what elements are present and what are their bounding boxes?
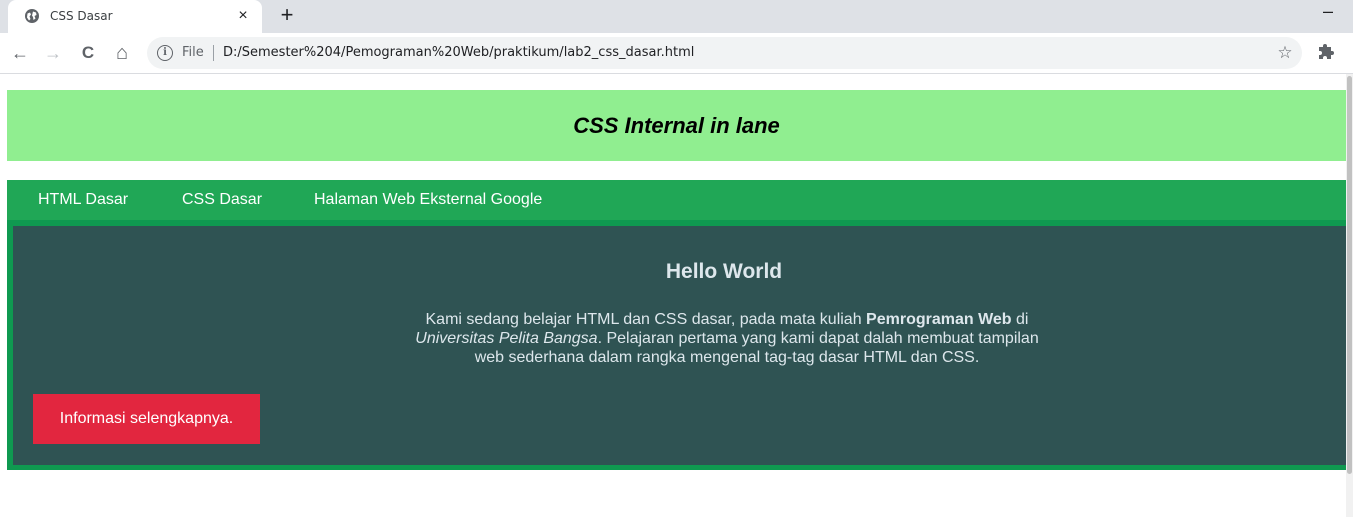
forward-arrow-icon[interactable]: → (41, 41, 65, 65)
puzzle-icon[interactable] (1314, 41, 1338, 65)
url-divider (213, 45, 214, 61)
nav-link-css-dasar[interactable]: CSS Dasar (182, 180, 262, 220)
more-info-button[interactable]: Informasi selengkapnya. (33, 394, 260, 444)
intro-text-1: Kami sedang belajar HTML dan CSS dasar, … (425, 311, 867, 328)
back-arrow-icon[interactable]: ← (8, 41, 32, 65)
browser-tab-strip: CSS Dasar × + – (0, 0, 1353, 33)
intro-university-name: Universitas Pelita Bangsa (415, 330, 598, 347)
url-scheme-label: File (182, 45, 204, 60)
star-icon[interactable]: ☆ (1274, 42, 1296, 64)
url-text[interactable]: D:/Semester%204/Pemograman%20Web/praktik… (223, 45, 694, 61)
vertical-scrollbar[interactable] (1346, 74, 1353, 517)
navbar: HTML Dasar CSS Dasar Halaman Web Ekstern… (7, 180, 1346, 220)
browser-tab[interactable]: CSS Dasar × (8, 0, 262, 33)
plus-icon[interactable]: + (275, 3, 299, 27)
globe-icon (25, 9, 39, 23)
page-header: CSS Internal in lane (7, 90, 1346, 161)
tab-title: CSS Dasar (50, 9, 113, 23)
page-title: CSS Internal in lane (573, 113, 780, 138)
nav-link-html-dasar[interactable]: HTML Dasar (38, 180, 128, 220)
reload-icon[interactable]: C (76, 41, 100, 65)
nav-link-google[interactable]: Halaman Web Eksternal Google (314, 180, 542, 220)
close-icon[interactable]: × (234, 7, 252, 25)
info-icon[interactable]: i (157, 45, 173, 61)
address-bar[interactable]: i File D:/Semester%204/Pemograman%20Web/… (147, 37, 1302, 69)
home-icon[interactable]: ⌂ (110, 41, 134, 65)
minimize-icon[interactable]: – (1316, 1, 1340, 21)
intro-text-2: di (1011, 311, 1029, 328)
intro-paragraph: Kami sedang belajar HTML dan CSS dasar, … (410, 310, 1044, 367)
browser-toolbar: ← → C ⌂ i File D:/Semester%204/Pemograma… (0, 33, 1353, 74)
main-heading: Hello World (665, 260, 783, 283)
intro-course-name: Pemrograman Web (866, 311, 1012, 328)
